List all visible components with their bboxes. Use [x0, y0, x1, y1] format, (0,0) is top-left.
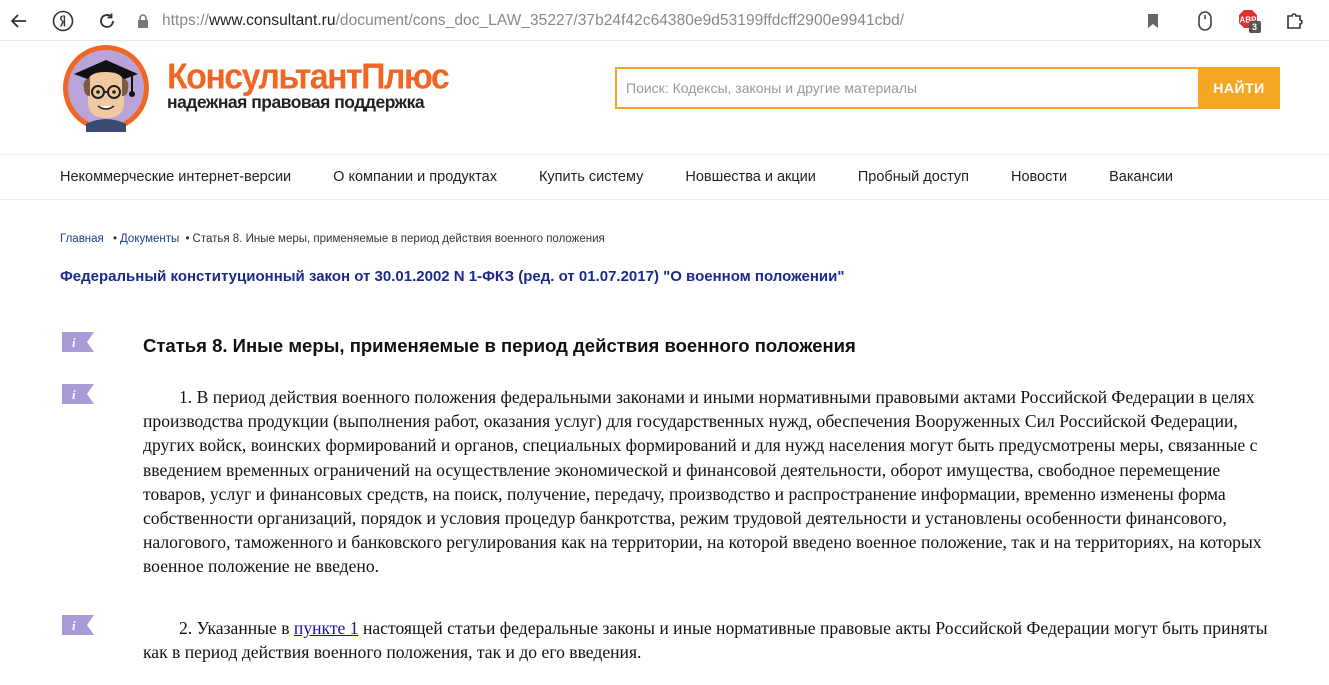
search-button[interactable]: НАЙТИ [1198, 67, 1280, 109]
menu-item-vacancies[interactable]: Вакансии [1109, 169, 1173, 185]
extensions-button[interactable] [1282, 8, 1308, 34]
search-box [615, 67, 1199, 109]
adblock-icon: ABP [1239, 10, 1261, 33]
info-marker-para2[interactable]: i [60, 614, 94, 636]
main-menu: Некоммерческие интернет-версии О компани… [60, 155, 1215, 199]
browser-toolbar: https://www.consultant.ru/document/cons_… [0, 0, 1329, 41]
document-title[interactable]: Федеральный конституционный закон от 30.… [60, 268, 844, 285]
breadcrumb-separator: • [185, 233, 190, 245]
extension-mouse-button[interactable] [1192, 8, 1218, 34]
consultant-logo[interactable] [60, 44, 152, 132]
url-text: https://www.consultant.ru/document/cons_… [162, 12, 905, 29]
svg-text:i: i [72, 618, 76, 633]
reload-button[interactable] [94, 8, 120, 34]
brand-name: КонсультантПлюс [167, 56, 450, 97]
adblock-button[interactable]: ABP 3 [1237, 8, 1263, 34]
article-paragraph-2: 2. Указанные в пункте 1 настоящей статьи… [143, 618, 1268, 663]
svg-text:i: i [72, 335, 76, 350]
info-marker-para1[interactable]: i [60, 383, 94, 405]
back-button[interactable] [6, 8, 32, 34]
info-icon: i [62, 384, 94, 404]
mouse-icon [1198, 11, 1212, 31]
bookmark-icon [1148, 14, 1158, 28]
article-heading: Статья 8. Иные меры, применяемые в перио… [143, 335, 856, 356]
lock-icon [138, 14, 148, 28]
point-1-link[interactable]: пункте 1 [294, 618, 359, 638]
breadcrumb-documents[interactable]: Документы [120, 233, 179, 245]
info-icon: i [62, 615, 94, 635]
menu-item-buy[interactable]: Купить систему [539, 169, 643, 185]
yandex-button[interactable] [50, 8, 76, 34]
breadcrumb-home[interactable]: Главная [60, 233, 104, 245]
menu-item-free-versions[interactable]: Некоммерческие интернет-версии [60, 169, 291, 185]
brand-block[interactable]: КонсультантПлюс надежная правовая поддер… [167, 56, 450, 113]
article-paragraph-1: 1. В период действия военного положения … [143, 387, 1262, 577]
breadcrumb-separator: • [112, 233, 118, 245]
bookmark-button[interactable] [1140, 8, 1166, 34]
professor-mascot-icon [63, 45, 149, 132]
menu-item-trial[interactable]: Пробный доступ [858, 169, 969, 185]
breadcrumb: Главная • Документы • Статья 8. Иные меры,… [60, 233, 605, 245]
breadcrumb-current: Статья 8. Иные меры, применяемые в перио… [192, 233, 605, 245]
yandex-icon [52, 10, 74, 32]
puzzle-icon [1287, 13, 1303, 29]
adblock-badge: 3 [1252, 22, 1258, 32]
search-input[interactable] [626, 80, 1199, 96]
address-bar[interactable]: https://www.consultant.ru/document/cons_… [136, 9, 904, 33]
menu-item-about[interactable]: О компании и продуктах [333, 169, 497, 185]
reload-icon [100, 13, 114, 28]
menu-item-news[interactable]: Новости [1011, 169, 1067, 185]
menu-divider-bottom [0, 199, 1329, 200]
info-icon: i [62, 332, 94, 352]
menu-item-promotions[interactable]: Новшества и акции [685, 169, 816, 185]
info-marker-heading[interactable]: i [60, 331, 94, 353]
svg-text:i: i [72, 387, 76, 402]
arrow-left-icon [10, 14, 26, 28]
